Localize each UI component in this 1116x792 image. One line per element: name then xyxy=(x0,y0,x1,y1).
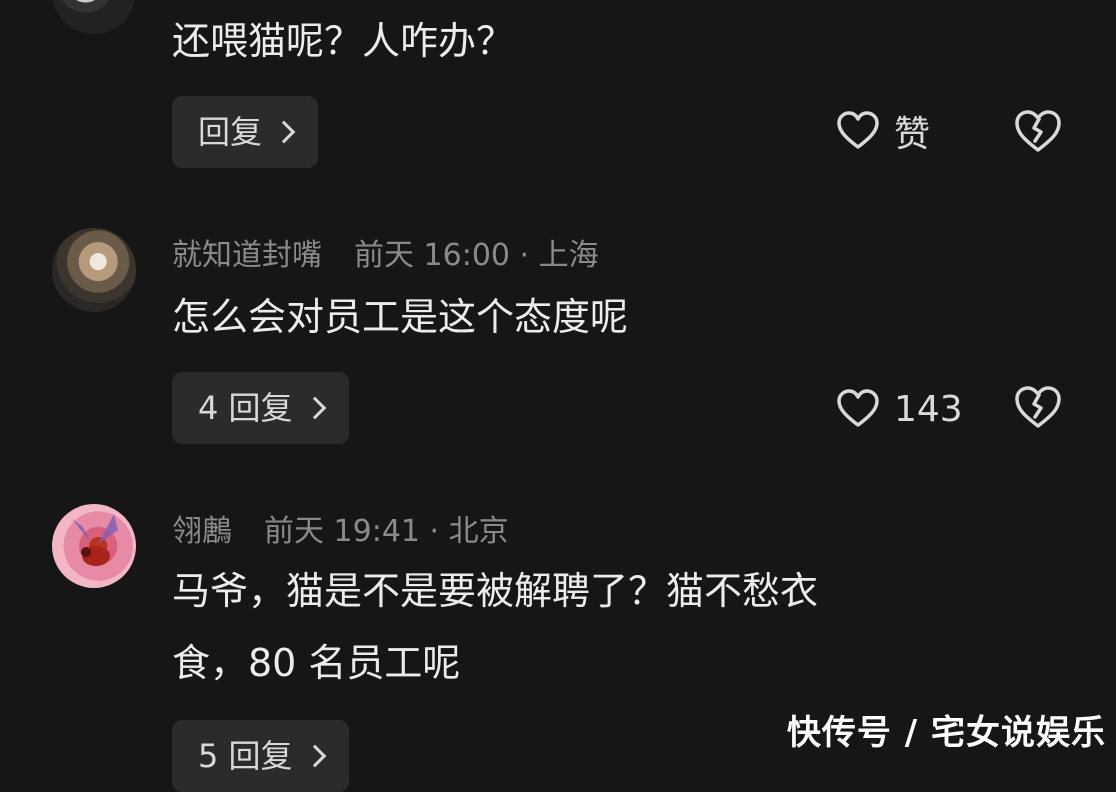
username[interactable]: 翎鶶 xyxy=(172,514,232,549)
avatar[interactable] xyxy=(52,504,136,588)
reply-button[interactable]: 5 回复 xyxy=(172,720,349,792)
avatar[interactable] xyxy=(52,0,136,34)
comment-text: 怎么会对员工是这个态度呢 xyxy=(172,295,629,339)
comment-text: 还喂猫呢？人咋办？ xyxy=(172,19,515,63)
username[interactable]: 就知道封嘴 xyxy=(172,238,322,273)
like-button[interactable]: 赞 xyxy=(836,106,930,156)
timestamp: 前天 19:41 · 北京 xyxy=(264,514,509,549)
broken-heart-icon[interactable] xyxy=(1014,108,1062,156)
heart-outline-icon xyxy=(837,111,879,149)
chevron-right-icon xyxy=(272,120,296,144)
heart-outline-icon xyxy=(837,389,879,427)
comment-meta: 翎鶶 前天 19:41 · 北京 xyxy=(172,506,509,550)
avatar[interactable] xyxy=(52,228,136,312)
reply-button[interactable]: 4 回复 xyxy=(172,372,349,444)
comment-text-line-2: 食，80 名员工呢 xyxy=(172,641,461,685)
timestamp: 前天 16:00 · 上海 xyxy=(354,238,599,273)
like-count: 143 xyxy=(894,388,963,430)
reply-label: 5 回复 xyxy=(198,737,293,775)
comment-text-line-1: 马爷，猫是不是要被解聘了？猫不愁衣 xyxy=(172,569,819,613)
reply-label: 回复 xyxy=(198,113,263,151)
watermark: 快传号 / 宅女说娱乐 xyxy=(786,713,1106,753)
chevron-right-icon xyxy=(303,396,326,420)
chevron-right-icon xyxy=(303,744,326,768)
broken-heart-icon[interactable] xyxy=(1014,384,1062,432)
comment-meta: 就知道封嘴 前天 16:00 · 上海 xyxy=(172,230,599,274)
reply-button[interactable]: 回复 xyxy=(172,96,319,168)
reply-label: 4 回复 xyxy=(198,389,293,427)
like-button[interactable]: 143 xyxy=(836,384,963,434)
avatar-image xyxy=(72,514,118,566)
like-label: 赞 xyxy=(894,114,931,155)
